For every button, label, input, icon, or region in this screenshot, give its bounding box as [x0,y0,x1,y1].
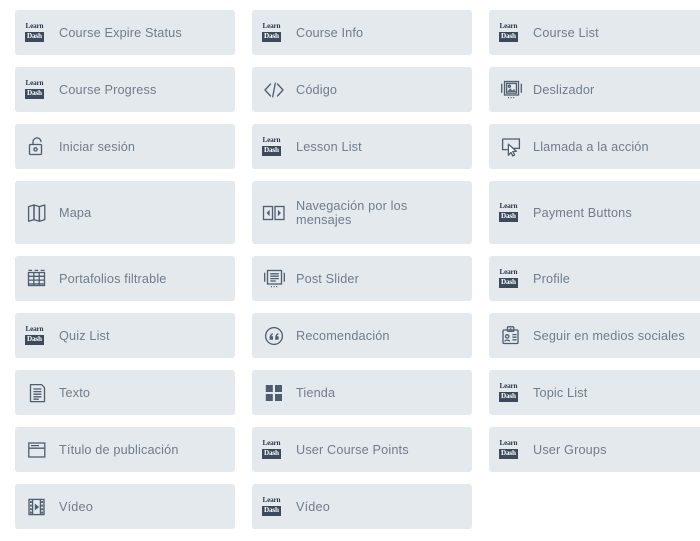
widget-card[interactable]: Learn Dash Lesson List [252,124,472,169]
widget-label: Course Expire Status [59,25,182,40]
widget-label: Vídeo [59,499,93,514]
widget-label: Profile [533,271,571,286]
widget-label: Deslizador [533,82,595,97]
grid-table-icon [25,267,49,291]
widget-label: Seguir en medios sociales [533,328,685,343]
widget-row: Mapa Navegación por los mensajes Learn Dash… [15,181,700,244]
widget-card[interactable]: Learn Dash Course List [489,10,700,55]
widget-card[interactable]: Learn Dash Quiz List [15,313,235,358]
widget-label: Topic List [533,385,588,400]
widget-card[interactable]: Título de publicación [15,427,235,472]
image-slider-icon [499,78,523,102]
widget-card[interactable]: Learn Dash Profile [489,256,700,301]
learndash-logo-icon: Learn Dash [262,496,281,516]
call-to-action-icon [499,135,523,159]
widget-label: Recomendación [296,328,390,343]
text-document-icon [25,381,49,405]
learndash-logo-icon: Learn Dash [262,439,281,459]
four-squares-icon [262,381,286,405]
learndash-logo-icon: Learn Dash [25,22,44,42]
code-icon [262,78,286,102]
widget-card[interactable]: Learn Dash Topic List [489,370,700,415]
widget-card[interactable]: Código [252,67,472,112]
quote-icon [262,324,286,348]
learndash-logo-icon: Learn Dash [25,325,44,345]
widget-row: Iniciar sesión Learn Dash Lesson List Llamad… [15,124,700,169]
widget-card[interactable]: Learn Dash Payment Buttons [489,181,700,244]
widget-card[interactable]: Post Slider [252,256,472,301]
widget-label: Payment Buttons [533,205,632,220]
widget-label: Código [296,82,338,97]
widget-card[interactable]: Llamada a la acción [489,124,700,169]
widget-card[interactable]: Learn Dash Course Progress [15,67,235,112]
widget-label: Mapa [59,205,92,220]
widget-card[interactable]: Texto [15,370,235,415]
widget-label: Course Info [296,25,364,40]
contact-card-icon [499,324,523,348]
learndash-logo-icon: Learn Dash [262,136,281,156]
widget-label: Vídeo [296,499,330,514]
learndash-logo-icon: Learn Dash [499,439,518,459]
widget-card[interactable]: Learn Dash Course Info [252,10,472,55]
widget-label: Iniciar sesión [59,139,136,154]
widget-label: Course Progress [59,82,157,97]
learndash-logo-icon: Learn Dash [499,22,518,42]
widget-card[interactable]: Recomendación [252,313,472,358]
widget-label: Título de publicación [59,442,179,457]
learndash-logo-icon: Learn Dash [499,382,518,402]
widget-card[interactable]: Vídeo [15,484,235,529]
widget-card[interactable]: Tienda [252,370,472,415]
widget-label: Portafolios filtrable [59,271,167,286]
widget-card[interactable]: Learn Dash Vídeo [252,484,472,529]
widget-card[interactable]: Navegación por los mensajes [252,181,472,244]
grid-spacer [489,484,700,529]
learndash-logo-icon: Learn Dash [499,268,518,288]
widget-label: Llamada a la acción [533,139,649,154]
widget-row: Learn Dash Course Expire Status Learn Dash Co… [15,10,700,55]
widget-card[interactable]: Learn Dash User Groups [489,427,700,472]
post-slider-icon [262,267,286,291]
window-title-icon [25,438,49,462]
widget-card[interactable]: Deslizador [489,67,700,112]
widget-card[interactable]: Learn Dash Course Expire Status [15,10,235,55]
learndash-logo-icon: Learn Dash [25,79,44,99]
widget-row: Learn Dash Course Progress Código Deslizador [15,67,700,112]
widget-label: Quiz List [59,328,110,343]
unlock-icon [25,135,49,159]
widget-card[interactable]: Learn Dash User Course Points [252,427,472,472]
widget-row: Vídeo Learn Dash Vídeo [15,484,690,529]
widget-card[interactable]: Seguir en medios sociales [489,313,700,358]
widget-label: User Groups [533,442,607,457]
widget-label: Course List [533,25,599,40]
widget-row: Título de publicación Learn Dash User Cours… [15,427,700,472]
widget-label: Navegación por los mensajes [296,198,408,227]
film-video-icon [25,495,49,519]
map-icon [25,201,49,225]
widget-grid: Learn Dash Course Expire Status Learn Dash Co… [0,0,700,541]
widget-label: Post Slider [296,271,359,286]
learndash-logo-icon: Learn Dash [499,202,518,222]
widget-card[interactable]: Iniciar sesión [15,124,235,169]
widget-label: Tienda [296,385,336,400]
learndash-logo-icon: Learn Dash [262,22,281,42]
widget-row: Texto Tienda Learn Dash Topic List [15,370,700,415]
widget-card[interactable]: Portafolios filtrable [15,256,235,301]
widget-card[interactable]: Mapa [15,181,235,244]
post-navigation-icon [262,201,286,225]
widget-label: User Course Points [296,442,409,457]
widget-label: Texto [59,385,91,400]
widget-row: Learn Dash Quiz List Recomendación Seguir en… [15,313,700,358]
widget-label: Lesson List [296,139,362,154]
widget-row: Portafolios filtrable Post Slider Learn Das… [15,256,700,301]
